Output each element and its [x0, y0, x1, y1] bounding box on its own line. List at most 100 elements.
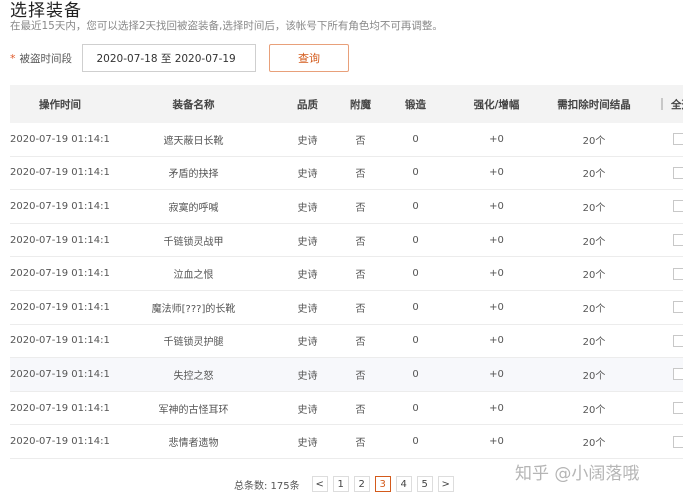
cell-enhance: +0: [489, 301, 504, 313]
row-select-cell[interactable]: [643, 402, 683, 415]
table-row: 2020-07-19 01:14:14 悲情者遗物 史诗 否 0 +0 20个: [10, 425, 683, 459]
cell-enchant: 否: [355, 135, 366, 147]
cell-quality: 史诗: [297, 202, 318, 214]
cell-quality: 史诗: [297, 236, 318, 248]
cell-time: 2020-07-19 01:14:14: [10, 436, 110, 448]
cell-forge: 0: [412, 335, 419, 347]
cell-enchant: 否: [355, 236, 366, 248]
row-checkbox[interactable]: [673, 234, 683, 247]
cell-enhance: +0: [489, 133, 504, 145]
cell-quality: 史诗: [297, 370, 318, 382]
cell-enhance: +0: [489, 368, 504, 380]
cell-name: 寂寞的呼喊: [168, 202, 219, 214]
cell-crystal: 20个: [582, 135, 606, 147]
cell-quality: 史诗: [297, 303, 318, 315]
cell-crystal: 20个: [582, 303, 606, 315]
cell-name: 军神的古怪耳环: [158, 404, 229, 416]
row-checkbox[interactable]: [673, 402, 683, 415]
row-checkbox[interactable]: [673, 334, 683, 347]
table-row: 2020-07-19 01:14:14 千链锁灵战甲 史诗 否 0 +0 20个: [10, 224, 683, 258]
cell-forge: 0: [412, 436, 419, 448]
cell-enchant: 否: [355, 404, 366, 416]
cell-time: 2020-07-19 01:14:14: [10, 167, 110, 179]
cell-forge: 0: [412, 234, 419, 246]
table-row: 2020-07-19 01:14:14 军神的古怪耳环 史诗 否 0 +0 20个: [10, 392, 683, 426]
page-button-3[interactable]: 3: [374, 476, 391, 492]
table-row: 2020-07-19 01:14:14 寂寞的呼喊 史诗 否 0 +0 20个: [10, 190, 683, 224]
row-select-cell[interactable]: [643, 301, 683, 314]
query-button[interactable]: 查询: [269, 44, 349, 72]
cell-enchant: 否: [355, 370, 366, 382]
filter-label: 被盗时间段: [19, 52, 73, 65]
cell-name: 千链锁灵护腿: [163, 337, 224, 349]
equipment-table: 操作时间 装备名称 品质 附魔 锻造 强化/增幅 需扣除时间结晶 全选 2020…: [10, 85, 683, 459]
table-body: 2020-07-19 01:14:14 遮天蔽日长靴 史诗否 0 +0 20个 2020-0…: [10, 123, 683, 459]
row-checkbox[interactable]: [673, 368, 683, 381]
cell-crystal: 20个: [582, 370, 606, 382]
cell-enhance: +0: [489, 268, 504, 280]
table-row: 2020-07-19 01:14:14 遮天蔽日长靴 史诗 否 0 +0 20个: [10, 123, 683, 157]
row-select-cell[interactable]: [643, 368, 683, 381]
cell-crystal: 20个: [582, 236, 606, 248]
row-select-cell[interactable]: [643, 334, 683, 347]
row-checkbox[interactable]: [673, 200, 683, 213]
row-checkbox[interactable]: [673, 435, 683, 448]
cell-time: 2020-07-19 01:14:14: [10, 335, 110, 347]
cell-time: 2020-07-19 01:14:14: [10, 234, 110, 246]
cell-time: 2020-07-19 01:14:14: [10, 301, 110, 313]
prev-page-button[interactable]: <: [311, 476, 328, 492]
table-row: 2020-07-19 01:14:14 魔法师[???]的长靴 史诗 否 0 +0 20个: [10, 291, 683, 325]
pagination: 总条数: 175条 < 12345 >: [234, 476, 459, 492]
row-checkbox[interactable]: [673, 267, 683, 280]
cell-enchant: 否: [355, 202, 366, 214]
next-page-button[interactable]: >: [437, 476, 454, 492]
row-select-cell[interactable]: [643, 166, 683, 179]
table-row: 2020-07-19 01:14:14 千链锁灵护腿 史诗 否 0 +0 20个: [10, 325, 683, 359]
date-range-input[interactable]: 2020-07-18 至 2020-07-19: [81, 44, 256, 72]
cell-enhance: +0: [489, 234, 504, 246]
row-checkbox[interactable]: [673, 166, 683, 179]
row-select-cell[interactable]: [643, 200, 683, 213]
row-select-cell[interactable]: [643, 234, 683, 247]
select-all[interactable]: 全选: [643, 97, 683, 112]
cell-forge: 0: [412, 167, 419, 179]
row-select-cell[interactable]: [643, 133, 683, 146]
row-checkbox[interactable]: [673, 133, 683, 146]
total-count: 总条数: 175条: [234, 480, 300, 492]
col-forge: 锻造: [405, 98, 426, 111]
cell-forge: 0: [412, 402, 419, 414]
cell-time: 2020-07-19 01:14:14: [10, 133, 110, 145]
cell-forge: 0: [412, 368, 419, 380]
cell-time: 2020-07-19 01:14:14: [10, 200, 110, 212]
row-select-cell[interactable]: [643, 267, 683, 280]
page-button-2[interactable]: 2: [353, 476, 370, 492]
cell-enhance: +0: [489, 335, 504, 347]
cell-quality: 史诗: [297, 337, 318, 349]
cell-enchant: 否: [355, 337, 366, 349]
col-name: 装备名称: [172, 98, 215, 111]
cell-name: 千链锁灵战甲: [163, 236, 224, 248]
table-row: 2020-07-19 01:14:14 矛盾的抉择 史诗 否 0 +0 20个: [10, 157, 683, 191]
page-button-1[interactable]: 1: [332, 476, 349, 492]
page-button-5[interactable]: 5: [416, 476, 433, 492]
col-crystal: 需扣除时间结晶: [557, 98, 631, 111]
cell-crystal: 20个: [582, 202, 606, 214]
cell-enchant: 否: [355, 169, 366, 181]
cell-name: 悲情者遗物: [168, 438, 219, 450]
row-select-cell[interactable]: [643, 435, 683, 448]
cell-time: 2020-07-19 01:14:14: [10, 368, 110, 380]
row-checkbox[interactable]: [673, 301, 683, 314]
cell-quality: 史诗: [297, 270, 318, 282]
cell-forge: 0: [412, 268, 419, 280]
cell-enchant: 否: [355, 438, 366, 450]
page-button-4[interactable]: 4: [395, 476, 412, 492]
filter-row: * 被盗时间段 2020-07-18 至 2020-07-19 查询: [10, 44, 349, 72]
col-time: 操作时间: [39, 98, 81, 111]
col-enhance: 强化/增幅: [473, 98, 520, 111]
select-all-checkbox[interactable]: [661, 98, 663, 110]
required-mark: *: [10, 51, 16, 65]
cell-enhance: +0: [489, 402, 504, 414]
table-header: 操作时间 装备名称 品质 附魔 锻造 强化/增幅 需扣除时间结晶 全选: [10, 85, 683, 123]
cell-name: 矛盾的抉择: [168, 169, 219, 181]
cell-forge: 0: [412, 200, 419, 212]
